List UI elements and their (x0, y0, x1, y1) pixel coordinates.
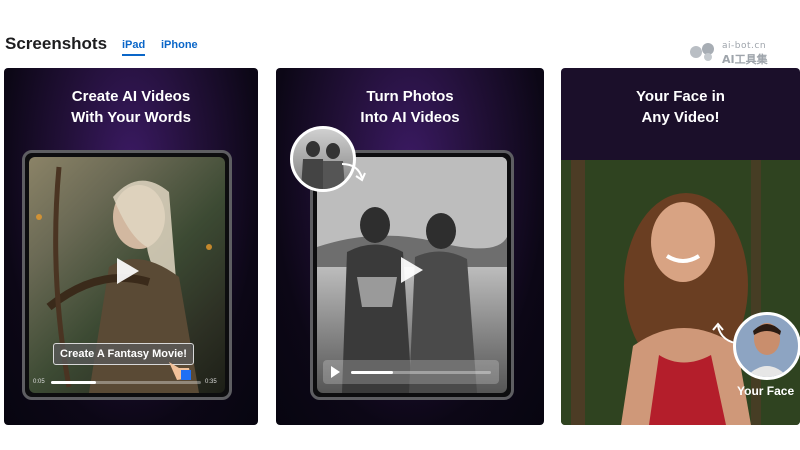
time-start: 0:05 (33, 379, 45, 385)
ipad-frame: Create A Fantasy Movie! 0:05 0:35 (22, 150, 232, 400)
cursor-hand-icon (169, 362, 191, 380)
player-controls (323, 360, 499, 384)
screenshot-card-1[interactable]: Create AI Videos With Your Words Create … (4, 68, 258, 425)
progress-fill (51, 381, 96, 384)
card-title: Your Face in Any Video! (636, 88, 725, 126)
watermark: ai-bot.cn AI工具集 (688, 40, 796, 66)
watermark-url: ai-bot.cn (722, 41, 767, 51)
time-end: 0:35 (205, 379, 217, 385)
your-face-label: Your Face (737, 384, 795, 398)
robot-logo-icon (690, 43, 714, 61)
tab-iphone[interactable]: iPhone (161, 39, 198, 51)
tab-ipad[interactable]: iPad (122, 39, 146, 56)
curved-arrow-icon (341, 163, 366, 182)
card-title: Turn Photos Into AI Videos (360, 88, 460, 126)
play-small-icon[interactable] (331, 366, 340, 378)
video-screen (317, 157, 507, 393)
screenshot-card-3[interactable]: Your Face in Any Video! Your Face (561, 68, 800, 425)
your-face-thumbnail (733, 312, 800, 380)
ipad-frame (310, 150, 514, 400)
play-icon[interactable] (117, 258, 139, 284)
screenshot-card-2[interactable]: Turn Photos Into AI Videos (276, 68, 544, 425)
play-icon[interactable] (401, 257, 423, 283)
card-title: Create AI Videos With Your Words (71, 88, 191, 126)
progress-track[interactable] (51, 381, 201, 384)
screenshots-header: Screenshots iPad iPhone ai-bot.cn AI工具集 (0, 0, 800, 66)
progress-track[interactable] (351, 371, 491, 374)
watermark-name: AI工具集 (722, 53, 768, 66)
progress-fill (351, 371, 393, 374)
section-title: Screenshots (5, 34, 108, 53)
